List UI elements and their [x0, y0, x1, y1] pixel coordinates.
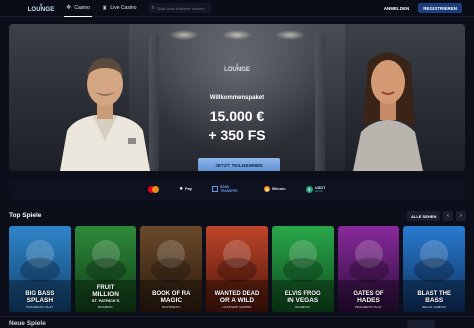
- new-games-see-all-button[interactable]: [407, 320, 435, 328]
- apple-pay-label: Pay: [185, 186, 193, 191]
- game-tile[interactable]: GATES OF HADES PRAGMATIC PLAY: [337, 226, 400, 312]
- top-navigation-bar: ♛ LOUNGE ❖ Casino ♜ Live Casino ⌕ ANMELD…: [0, 0, 474, 17]
- bank-transfer-label: BANK TRANSFER: [220, 185, 238, 193]
- bitcoin-label: Bitcoin: [272, 186, 286, 191]
- game-title-line2: IN VEGAS: [287, 297, 319, 304]
- payment-usdt: ₮ USDT ERC20: [305, 184, 326, 194]
- login-button[interactable]: ANMELDEN: [384, 6, 410, 11]
- logo-text: LOUNGE: [27, 6, 55, 13]
- game-tile[interactable]: BOOK OF RA MAGIC NOVOMATIC: [140, 226, 203, 312]
- game-provider: NOVOMATIC: [162, 305, 181, 309]
- usdt-label: USDT: [314, 184, 326, 190]
- chevron-left-icon[interactable]: ‹: [443, 211, 453, 221]
- game-tile[interactable]: FRUIT MILLION ST. PATRICK'S BGAMING: [74, 226, 137, 312]
- search-icon: ⌕: [151, 4, 155, 11]
- see-all-button[interactable]: ALLE SEHEN: [407, 211, 441, 221]
- game-provider: BGAMING: [98, 305, 113, 309]
- game-title-line2: BASS: [425, 297, 444, 304]
- register-button[interactable]: REGISTRIEREN: [418, 3, 462, 13]
- game-title-extra: ST. PATRICK'S: [91, 298, 120, 303]
- nav-casino-label: Casino: [74, 4, 90, 11]
- game-provider: PRAGMATIC PLAY: [354, 305, 382, 309]
- hero-logo: ♛ LOUNGE: [223, 63, 251, 74]
- bonus-amount: 15.000 €: [209, 108, 265, 124]
- game-title-line2: OR A WILD: [219, 297, 255, 304]
- game-provider: HACKSAW GAMING: [222, 305, 252, 309]
- game-provider: RELAX GAMING: [422, 305, 447, 309]
- usdt-icon: ₮: [305, 185, 313, 193]
- hero-banner: ♛ LOUNGE Willkommenspaket 15.000 € + 350…: [9, 24, 465, 171]
- bitcoin-icon: ₿: [264, 186, 271, 192]
- welcome-package-label: Willkommenspaket: [209, 95, 265, 101]
- nav-live-casino[interactable]: ♜ Live Casino: [100, 0, 139, 17]
- nav-casino[interactable]: ❖ Casino: [64, 0, 92, 17]
- woman-illustration: [353, 52, 423, 171]
- payment-apple-pay: ● Pay: [179, 184, 192, 194]
- usdt-network-label: ERC20: [314, 189, 323, 193]
- free-spins-amount: + 350 FS: [208, 127, 266, 143]
- search-box[interactable]: ⌕: [148, 3, 211, 13]
- bank-icon: [212, 186, 219, 192]
- payment-bank-transfer: BANK TRANSFER: [212, 184, 244, 194]
- site-logo[interactable]: ♛ LOUNGE: [26, 2, 56, 15]
- top-games-title: Top Spiele: [9, 212, 42, 219]
- top-games-carousel: BIG BASS SPLASH PRAGMATIC PLAY FRUIT MILLION…: [9, 226, 466, 312]
- game-title-line2: MAGIC: [160, 297, 183, 304]
- nav-live-casino-label: Live Casino: [110, 5, 137, 11]
- game-title-line2: SPLASH: [26, 297, 54, 304]
- mastercard-icon: [148, 185, 160, 193]
- section-divider: [0, 316, 474, 326]
- game-tile[interactable]: WANTED DEAD OR A WILD HACKSAW GAMING: [206, 226, 268, 312]
- game-title-line2: MILLION: [92, 291, 119, 298]
- live-casino-icon: ♜: [101, 5, 108, 12]
- game-provider: PRAGMATIC PLAY: [26, 305, 54, 309]
- hero-logo-text: LOUNGE: [224, 67, 250, 73]
- game-tile[interactable]: BLAST THE BASS RELAX GAMING: [403, 226, 466, 312]
- game-provider: BGAMING: [295, 305, 311, 309]
- payment-bitcoin: ₿ Bitcoin: [264, 184, 286, 194]
- payment-methods-bar: ● Pay BANK TRANSFER ₿ Bitcoin ₮ USDT ERC…: [9, 178, 465, 200]
- casino-icon: ❖: [66, 5, 72, 11]
- join-now-button[interactable]: JETZT TEILNEHMEN: [198, 158, 280, 171]
- payment-mastercard: [148, 184, 160, 194]
- chevron-right-icon[interactable]: ›: [456, 211, 466, 221]
- game-tile[interactable]: ELVIS FROG IN VEGAS BGAMING: [271, 226, 334, 312]
- game-title-line2: HADES: [357, 297, 380, 304]
- game-tile[interactable]: BIG BASS SPLASH PRAGMATIC PLAY: [9, 226, 71, 312]
- search-input[interactable]: [156, 5, 211, 11]
- apple-icon: ●: [179, 186, 184, 192]
